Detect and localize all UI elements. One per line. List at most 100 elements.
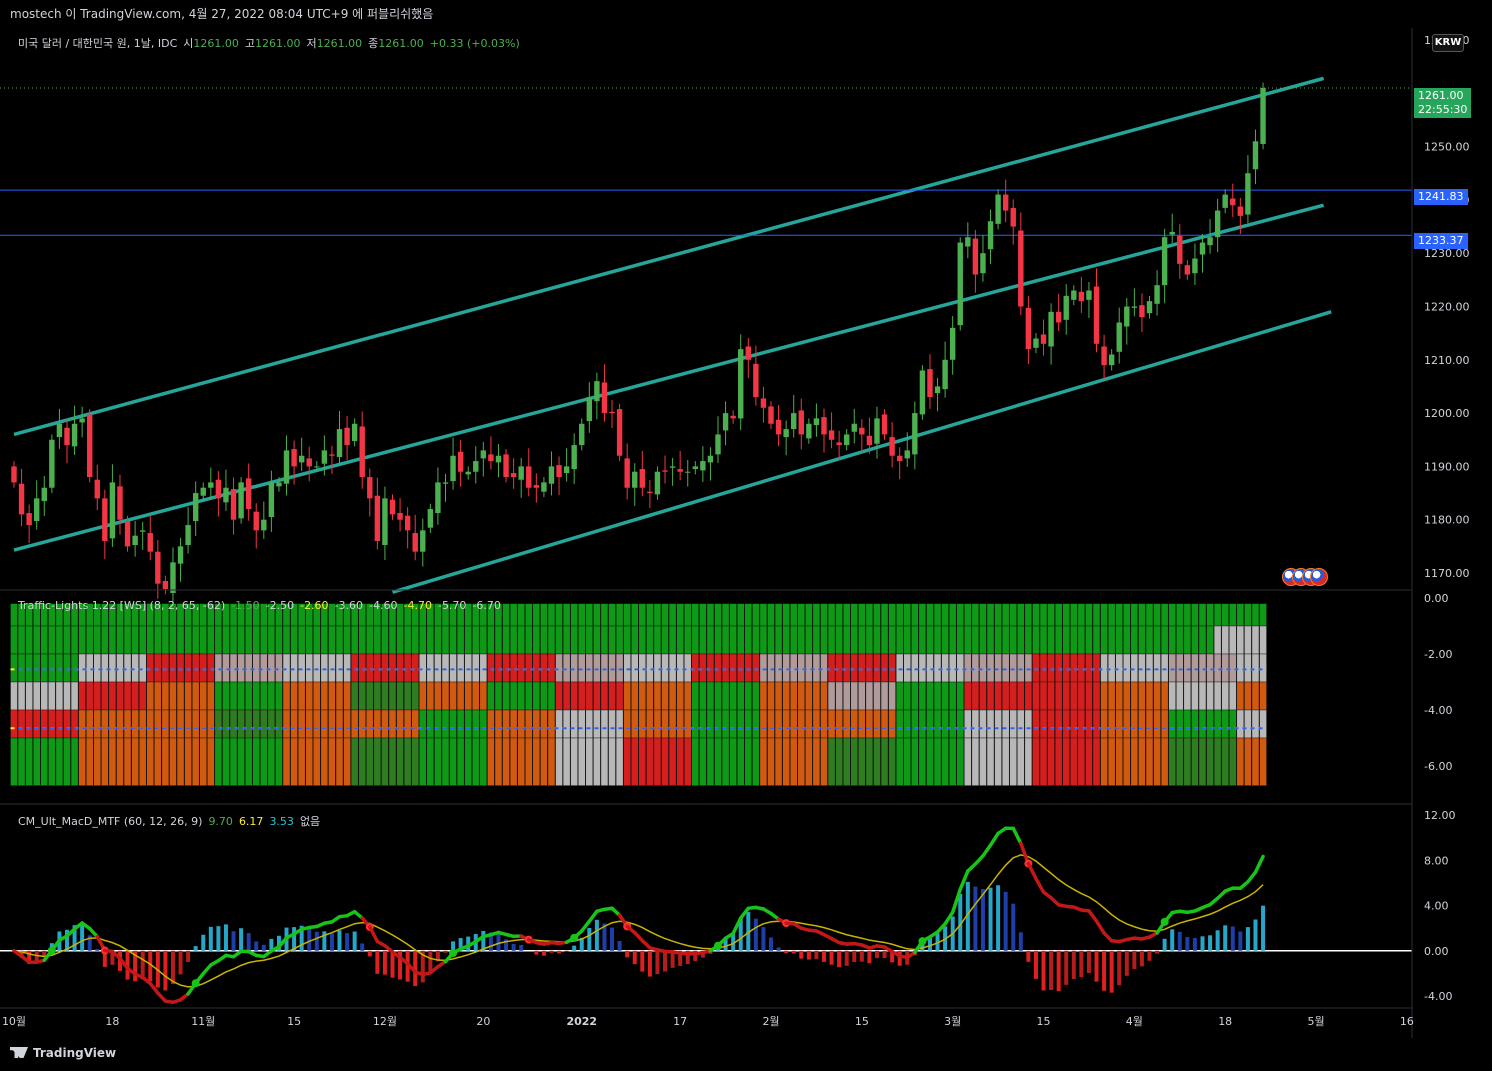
candle-body bbox=[435, 482, 441, 514]
traffic-light-cell bbox=[1236, 709, 1245, 739]
currency-button[interactable]: KRW bbox=[1432, 34, 1464, 52]
traffic-light-cell bbox=[207, 681, 215, 711]
macd-hist-bar bbox=[837, 950, 842, 968]
traffic-light-cell bbox=[1183, 625, 1192, 655]
chart-canvas[interactable]: 1270.001260.001250.001240.001230.001220.… bbox=[0, 28, 1492, 1038]
traffic-light-cell bbox=[1062, 625, 1070, 655]
traffic-light-cell bbox=[131, 737, 139, 786]
indicator-name[interactable]: CM_Ult_MacD_MTF (60, 12, 26, 9) bbox=[18, 815, 202, 828]
candle-body bbox=[34, 498, 40, 522]
traffic-light-cell bbox=[63, 737, 71, 786]
macd-hist-bar bbox=[769, 937, 773, 951]
traffic-light-cell bbox=[774, 737, 783, 786]
traffic-light-cell bbox=[608, 653, 616, 683]
candle-body bbox=[465, 471, 471, 475]
traffic-light-cell bbox=[358, 625, 366, 655]
traffic-light-cell bbox=[570, 737, 578, 786]
traffic-light-cell bbox=[55, 681, 64, 711]
candle-body bbox=[881, 414, 888, 435]
traffic-light-cell bbox=[1259, 737, 1267, 786]
traffic-light-cell bbox=[1123, 737, 1131, 786]
traffic-light-cell bbox=[744, 603, 752, 627]
macd-hist-bar bbox=[239, 928, 244, 951]
macd-hist-bar bbox=[261, 944, 266, 951]
x-tick-label: 18 bbox=[105, 1015, 119, 1028]
traffic-light-cell bbox=[297, 737, 306, 786]
macd-hist-bar bbox=[973, 886, 978, 951]
macd-hist-bar bbox=[859, 950, 864, 962]
traffic-light-cell bbox=[252, 681, 260, 711]
traffic-light-cell bbox=[335, 653, 344, 683]
candle-body bbox=[639, 469, 646, 488]
traffic-light-cell bbox=[93, 625, 101, 655]
y-tick-label: 1210.00 bbox=[1424, 354, 1470, 367]
candle-body bbox=[71, 423, 78, 447]
traffic-light-cell bbox=[578, 709, 586, 739]
symbol-name[interactable]: 미국 달러 / 대한민국 원, 1날, IDC bbox=[18, 37, 177, 50]
candle-body bbox=[828, 430, 835, 440]
traffic-light-cell bbox=[123, 737, 132, 786]
traffic-light-cell bbox=[358, 709, 366, 739]
macd-hist-bar bbox=[1003, 891, 1008, 951]
traffic-light-cell bbox=[40, 653, 48, 683]
traffic-light-cell bbox=[850, 709, 858, 739]
traffic-light-cell bbox=[570, 681, 578, 711]
candle-body bbox=[321, 450, 328, 464]
candle-body bbox=[949, 327, 956, 360]
candle-body bbox=[283, 450, 290, 484]
low-value: 1261.00 bbox=[316, 37, 363, 50]
traffic-light-cell bbox=[1115, 625, 1123, 655]
macd-hist-bar bbox=[761, 927, 766, 951]
traffic-light-cell bbox=[638, 653, 647, 683]
traffic-light-cell bbox=[297, 625, 306, 655]
tradingview-logo[interactable]: TradingView bbox=[10, 1046, 116, 1060]
traffic-light-cell bbox=[1176, 681, 1184, 711]
traffic-light-cell bbox=[653, 737, 662, 786]
traffic-light-cell bbox=[661, 603, 669, 627]
macd-hist-bar bbox=[587, 927, 592, 951]
indicator-name[interactable]: Traffic-Lights 1.22 [WS] (8, 2, 65, -62) bbox=[18, 599, 225, 612]
traffic-light-cell bbox=[827, 625, 836, 655]
traffic-light-cell bbox=[456, 625, 465, 655]
y-tick-label: 1220.00 bbox=[1424, 301, 1470, 314]
macd-hist-bar bbox=[1049, 950, 1054, 990]
traffic-light-cell bbox=[1047, 709, 1055, 739]
hline-price-label-2: 1233.37 bbox=[1414, 233, 1468, 249]
traffic-light-cell bbox=[585, 603, 594, 627]
traffic-light-cell bbox=[1054, 709, 1063, 739]
us-flag-icon[interactable] bbox=[1310, 568, 1328, 586]
events-flags[interactable] bbox=[1282, 568, 1328, 586]
traffic-light-cell bbox=[721, 603, 730, 627]
traffic-light-cell bbox=[774, 625, 783, 655]
traffic-light-cell bbox=[843, 737, 851, 786]
macd-hist-bar bbox=[753, 918, 758, 951]
traffic-light-cell bbox=[540, 603, 548, 627]
x-tick-label: 16 bbox=[1400, 1015, 1414, 1028]
traffic-light-cell bbox=[956, 603, 964, 627]
traffic-light-cell bbox=[562, 603, 571, 627]
candle-body bbox=[518, 466, 524, 480]
traffic-light-cell bbox=[774, 603, 783, 627]
traffic-light-cell bbox=[320, 737, 329, 786]
candle-body bbox=[1184, 265, 1191, 275]
traffic-light-cell bbox=[184, 737, 192, 786]
traffic-light-cell bbox=[888, 653, 896, 683]
traffic-light-cell bbox=[456, 709, 465, 739]
traffic-light-cell bbox=[744, 625, 752, 655]
traffic-light-cell bbox=[146, 681, 154, 711]
traffic-light-cell bbox=[1145, 737, 1154, 786]
traffic-light-cell bbox=[699, 737, 707, 786]
candle-body bbox=[1002, 194, 1009, 211]
macd-hist-bar bbox=[632, 950, 637, 965]
traffic-light-cell bbox=[615, 709, 624, 739]
macd-hist-bar bbox=[996, 885, 1001, 951]
traffic-light-cell bbox=[154, 653, 162, 683]
traffic-light-cell bbox=[555, 737, 563, 786]
macd-hist-bar bbox=[1177, 931, 1182, 951]
traffic-light-cell bbox=[631, 737, 639, 786]
traffic-light-cell bbox=[320, 653, 329, 683]
traffic-light-cell bbox=[328, 681, 336, 711]
traffic-light-cell bbox=[1259, 709, 1267, 739]
traffic-light-cell bbox=[1221, 603, 1229, 627]
candle-body bbox=[813, 418, 820, 426]
